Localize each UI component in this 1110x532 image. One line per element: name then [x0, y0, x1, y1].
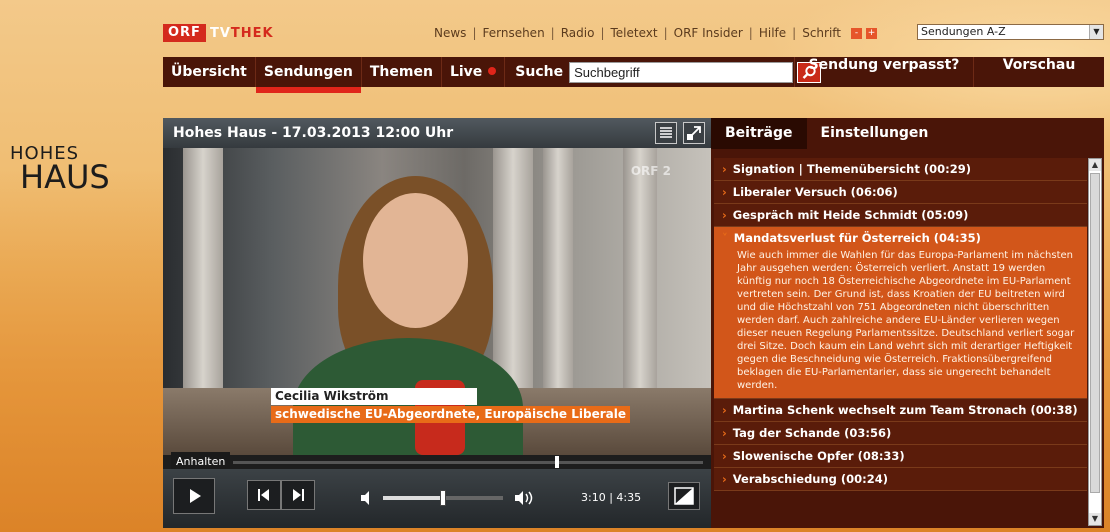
link-hilfe[interactable]: Hilfe [753, 26, 792, 40]
orf-tvthek-logo[interactable]: ORF TV THEK [163, 24, 274, 42]
interviewee-face [363, 193, 468, 328]
chevron-right-icon: › [722, 426, 727, 440]
skip-back-icon [258, 489, 269, 501]
chevron-down-icon: ˅ [722, 231, 728, 245]
nav-sendungen[interactable]: Sendungen [255, 57, 362, 93]
chevron-right-icon: › [722, 185, 727, 199]
skip-forward-icon [293, 489, 304, 501]
timecode: 3:10 | 4:35 [581, 491, 642, 504]
live-dot-icon [488, 67, 497, 75]
link-radio[interactable]: Radio [555, 26, 601, 40]
lower-third-role: schwedische EU-Abgeordnete, Europäische … [271, 406, 630, 423]
volume-handle[interactable] [440, 490, 446, 506]
chapters-list-button[interactable] [655, 122, 677, 144]
preview-button[interactable]: Vorschau [973, 57, 1104, 87]
progress-bar[interactable] [163, 455, 711, 469]
chevron-right-icon: › [722, 403, 727, 417]
list-item[interactable]: › Signation | Themenübersicht (00:29) [714, 158, 1087, 181]
play-button[interactable] [173, 478, 215, 514]
list-item-active[interactable]: ˅ Mandatsverlust für Österreich (04:35) W… [714, 227, 1087, 399]
video-frame[interactable]: ORF 2 Cecilia Wikström schwedische EU-Ab… [163, 148, 711, 455]
lower-third-name: Cecilia Wikström [271, 388, 477, 405]
popout-icon [687, 126, 701, 140]
segment-list: › Signation | Themenübersicht (00:29) › Li… [714, 158, 1087, 526]
list-item[interactable]: › Verabschiedung (00:24) [714, 468, 1087, 491]
volume-low-icon[interactable] [359, 490, 373, 506]
chevron-right-icon: › [722, 449, 727, 463]
nav-uebersicht[interactable]: Übersicht [163, 57, 256, 87]
player-title: Hohes Haus - 17.03.2013 12:00 Uhr [173, 125, 454, 141]
link-fernsehen[interactable]: Fernsehen [476, 26, 550, 40]
logo-thek: THEK [230, 25, 274, 41]
chevron-right-icon: › [722, 472, 727, 486]
player-title-bar: Hohes Haus - 17.03.2013 12:00 Uhr [163, 118, 711, 148]
top-links: News | Fernsehen | Radio | Teletext | ORF In… [428, 24, 878, 42]
chevron-right-icon: › [722, 208, 727, 222]
list-item[interactable]: › Slowenische Opfer (08:33) [714, 445, 1087, 468]
link-teletext[interactable]: Teletext [605, 26, 664, 40]
play-icon [190, 489, 201, 503]
search-label: Suche [515, 64, 564, 80]
nav-themen[interactable]: Themen [362, 57, 442, 87]
nav-live[interactable]: Live [442, 57, 506, 87]
dropdown-value: Sendungen A-Z [921, 25, 1006, 38]
list-item[interactable]: › Martina Schenk wechselt zum Team Strona… [714, 399, 1087, 422]
segment-description: Wie auch immer die Wahlen für das Europa… [737, 250, 1075, 391]
search-input[interactable] [569, 62, 794, 83]
tab-einstellungen[interactable]: Einstellungen [807, 118, 943, 149]
list-item[interactable]: › Liberaler Versuch (06:06) [714, 181, 1087, 204]
font-decrease-button[interactable]: - [851, 27, 863, 39]
player-controls: 3:10 | 4:35 [163, 469, 711, 528]
font-increase-button[interactable]: + [866, 27, 878, 39]
nav-live-label: Live [449, 64, 483, 80]
scrollbar[interactable]: ▲ ▼ [1088, 158, 1102, 526]
previous-button[interactable] [247, 480, 281, 510]
link-news[interactable]: News [428, 26, 472, 40]
fullscreen-button[interactable] [668, 482, 700, 510]
list-item[interactable]: › Gespräch mit Heide Schmidt (05:09) [714, 204, 1087, 227]
side-tabs: Beiträge Einstellungen [711, 118, 1104, 149]
channel-logo: ORF 2 [630, 164, 671, 178]
link-orf-insider[interactable]: ORF Insider [668, 26, 749, 40]
missed-show-button[interactable]: Sendung verpasst? [794, 57, 973, 87]
list-item[interactable]: › Tag der Schande (03:56) [714, 422, 1087, 445]
scroll-down-icon[interactable]: ▼ [1089, 513, 1101, 525]
chevron-down-icon[interactable]: ▼ [1089, 25, 1103, 39]
scroll-thumb[interactable] [1090, 173, 1100, 493]
logo-tv: TV [209, 25, 231, 41]
list-icon [660, 127, 672, 138]
logo-orf: ORF [163, 24, 206, 42]
sendungen-dropdown[interactable]: Sendungen A-Z ▼ [917, 24, 1104, 40]
volume-high-icon[interactable] [513, 489, 537, 507]
popout-button[interactable] [683, 122, 705, 144]
main-nav: Übersicht Sendungen Themen Live Suche Se… [163, 57, 1104, 93]
chevron-right-icon: › [722, 162, 727, 176]
show-brand-logo: HOHES HAUS [10, 143, 110, 196]
font-size-label: Schrift [802, 26, 842, 40]
volume-slider[interactable] [383, 490, 503, 506]
side-panel: Beiträge Einstellungen › Signation | Them… [711, 118, 1104, 528]
lower-third: Cecilia Wikström schwedische EU-Abgeordn… [271, 388, 630, 423]
tab-beitraege[interactable]: Beiträge [711, 118, 807, 149]
progress-handle[interactable] [555, 456, 560, 468]
scroll-up-icon[interactable]: ▲ [1089, 159, 1101, 171]
video-player: Hohes Haus - 17.03.2013 12:00 Uhr ORF 2 [163, 118, 711, 528]
fullscreen-icon [674, 487, 694, 505]
brand-line2: HAUS [20, 158, 110, 196]
next-button[interactable] [281, 480, 315, 510]
